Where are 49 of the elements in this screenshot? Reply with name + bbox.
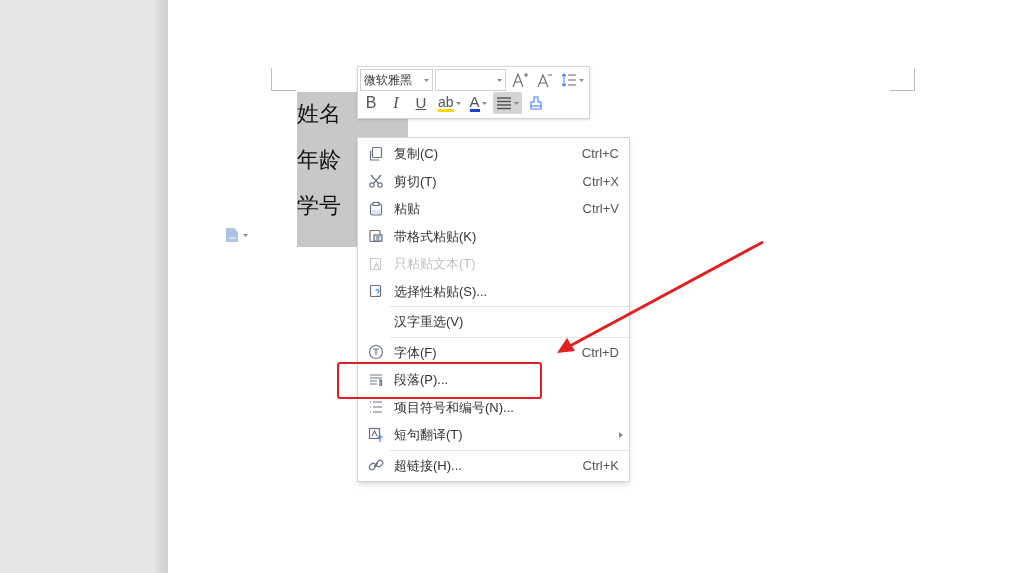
caret-icon (423, 78, 429, 82)
document-icon (225, 227, 239, 243)
translate-icon (368, 426, 384, 443)
copy-icon (368, 145, 384, 162)
menu-item[interactable]: 汉字重选(V) (358, 308, 629, 336)
shrink-font-icon (537, 72, 553, 88)
menu-item[interactable]: 短句翻译(T) (358, 421, 629, 449)
margin-corner (271, 68, 296, 91)
highlight-button[interactable]: ab (435, 92, 464, 114)
caret-icon (497, 78, 502, 82)
list-icon (368, 399, 384, 416)
menu-item[interactable]: 带格式粘贴(K) (358, 222, 629, 250)
menu-item[interactable]: 剪切(T) Ctrl+X (358, 167, 629, 195)
caret-icon (243, 233, 248, 237)
menu-item[interactable]: 项目符号和编号(N)... (358, 393, 629, 421)
font-color-button[interactable]: A (466, 92, 490, 114)
clipboard-icon (368, 283, 384, 300)
clipboard-icon (368, 228, 384, 245)
clipboard-icon (368, 200, 384, 217)
font-name-dropdown[interactable]: 微软雅黑 (360, 69, 433, 91)
menu-item[interactable]: 段落(P)... (358, 366, 629, 394)
grow-font-icon (511, 71, 529, 89)
menu-item[interactable]: 超链接(H)... Ctrl+K (358, 451, 629, 479)
menu-item[interactable]: 字体(F) Ctrl+D (358, 338, 629, 366)
caret-icon (455, 101, 461, 105)
line-spacing-icon (561, 72, 577, 88)
menu-item[interactable]: 选择性粘贴(S)... (358, 277, 629, 305)
caret-icon (579, 78, 584, 82)
underline-button[interactable]: U (410, 92, 432, 114)
document-text: 姓名 (297, 100, 341, 128)
paragraph-icon (368, 371, 384, 388)
bold-button[interactable]: B (360, 92, 382, 114)
align-icon (495, 96, 512, 110)
clipboard-icon (368, 255, 384, 272)
menu-item[interactable]: 粘贴 Ctrl+V (358, 195, 629, 223)
scissors-icon (368, 173, 384, 190)
font-icon (368, 344, 384, 361)
font-name-value: 微软雅黑 (364, 72, 412, 89)
menu-item[interactable]: 复制(C) Ctrl+C (358, 140, 629, 168)
margin-corner (890, 68, 915, 91)
align-button[interactable] (492, 92, 522, 114)
italic-button[interactable]: I (385, 92, 407, 114)
paste-options-button[interactable] (225, 227, 248, 243)
document-text: 年龄 (297, 146, 341, 174)
caret-icon (481, 101, 487, 105)
document-text: 学号 (297, 192, 341, 220)
caret-icon (513, 101, 519, 105)
brush-icon (527, 95, 544, 111)
submenu-arrow-icon (619, 431, 623, 438)
